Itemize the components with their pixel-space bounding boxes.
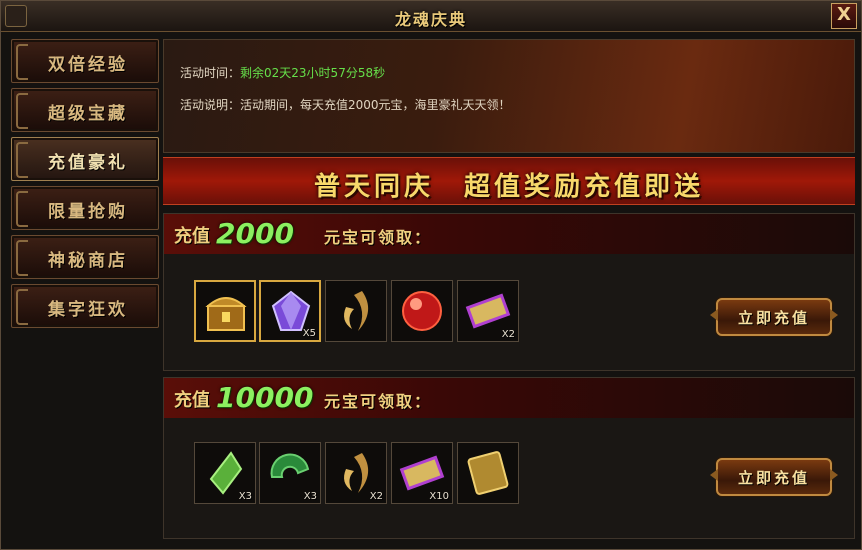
activity-time-row: 活动时间：剩余02天23小时57分58秒 (180, 64, 385, 81)
item-quantity: X3 (238, 491, 252, 502)
activity-desc-text: 活动期间，每天充值2000元宝，海里豪礼天天领！ (240, 98, 511, 112)
sidebar-item-label: 超级宝藏 (48, 104, 128, 124)
golden-feather-icon (344, 291, 369, 331)
main-content: 活动时间：剩余02天23小时57分58秒 活动说明：活动期间，每天充值2000元… (163, 39, 857, 545)
tier-prefix: 充值 (174, 226, 210, 247)
close-button[interactable]: X (831, 3, 857, 29)
sidebar-item-word-collect[interactable]: 集字狂欢 (11, 284, 159, 328)
sidebar-item-label: 神秘商店 (48, 251, 128, 271)
tab-ornament-icon (16, 289, 28, 325)
reward-tier-panel: 充值 10000 元宝可领取： X3 X3 X2 X10 立即充值 (163, 377, 855, 539)
gold-tablet-icon (467, 451, 509, 495)
tab-ornament-icon (16, 240, 28, 276)
sidebar-item-recharge-gift[interactable]: 充值豪礼 (11, 137, 159, 181)
green-crystal-icon (209, 451, 243, 495)
treasure-chest-icon (205, 297, 247, 331)
scroll-icon (399, 455, 445, 491)
reward-slot[interactable]: X3 (194, 442, 256, 504)
recharge-button-label: 立即充值 (737, 309, 810, 327)
tier-amount: 2000 (216, 217, 294, 250)
title-bar[interactable]: 龙魂庆典 X (1, 1, 861, 32)
reward-slot[interactable] (457, 442, 519, 504)
tier-header: 充值 10000 元宝可领取： (164, 378, 854, 418)
countdown-timer: 剩余02天23小时57分58秒 (240, 66, 386, 80)
tab-ornament-icon (16, 44, 28, 80)
jade-disc-icon (270, 453, 310, 478)
sidebar-item-label: 集字狂欢 (48, 300, 128, 320)
activity-desc-row: 活动说明：活动期间，每天充值2000元宝，海里豪礼天天领！ (180, 96, 511, 113)
reward-slot[interactable] (391, 280, 453, 342)
sidebar-item-mystery-shop[interactable]: 神秘商店 (11, 235, 159, 279)
reward-slot[interactable]: X3 (259, 442, 321, 504)
golden-feather-icon (344, 453, 369, 493)
sidebar: 双倍经验 超级宝藏 充值豪礼 限量抢购 神秘商店 集字狂欢 (9, 39, 161, 539)
tab-ornament-icon (16, 142, 28, 178)
recharge-now-button[interactable]: 立即充值 (716, 458, 832, 496)
reward-tier-panel: 充值 2000 元宝可领取： X5 X2 立即充值 (163, 213, 855, 371)
sidebar-item-label: 限量抢购 (48, 202, 128, 222)
sidebar-item-super-treasure[interactable]: 超级宝藏 (11, 88, 159, 132)
recharge-button-label: 立即充值 (737, 469, 810, 487)
red-orb-icon (402, 291, 442, 331)
sidebar-item-label: 充值豪礼 (48, 153, 128, 173)
banner-text: 普天同庆 超值奖励充值即送 (313, 172, 704, 202)
tier-prefix: 充值 (174, 390, 210, 411)
activity-desc-label: 活动说明： (180, 98, 241, 112)
reward-slot[interactable] (194, 280, 256, 342)
tier-suffix: 元宝可领取： (324, 392, 433, 411)
sidebar-item-double-exp[interactable]: 双倍经验 (11, 39, 159, 83)
tab-ornament-icon (16, 191, 28, 227)
reward-slot[interactable] (325, 280, 387, 342)
item-quantity: X2 (501, 329, 515, 340)
item-quantity: X10 (429, 491, 449, 502)
event-window: 龙魂庆典 X 双倍经验 超级宝藏 充值豪礼 限量抢购 神秘商店 集字狂欢 活动时… (0, 0, 862, 550)
reward-slot[interactable]: X2 (457, 280, 519, 342)
reward-slot[interactable]: X2 (325, 442, 387, 504)
tab-ornament-icon (16, 93, 28, 129)
tier-suffix: 元宝可领取： (324, 228, 433, 247)
tier-amount: 10000 (216, 381, 314, 414)
sidebar-item-limited-sale[interactable]: 限量抢购 (11, 186, 159, 230)
reward-slot[interactable]: X10 (391, 442, 453, 504)
activity-info-panel: 活动时间：剩余02天23小时57分58秒 活动说明：活动期间，每天充值2000元… (163, 39, 855, 153)
recharge-now-button[interactable]: 立即充值 (716, 298, 832, 336)
sidebar-item-label: 双倍经验 (48, 55, 128, 75)
scroll-icon (465, 293, 511, 329)
item-quantity: X5 (302, 328, 316, 339)
promo-banner: 普天同庆 超值奖励充值即送 (163, 157, 855, 205)
activity-time-label: 活动时间： (180, 66, 241, 80)
item-quantity: X2 (369, 491, 383, 502)
item-quantity: X3 (303, 491, 317, 502)
reward-slot[interactable]: X5 (259, 280, 321, 342)
window-title: 龙魂庆典 (394, 10, 467, 29)
tier-header: 充值 2000 元宝可领取： (164, 214, 854, 254)
